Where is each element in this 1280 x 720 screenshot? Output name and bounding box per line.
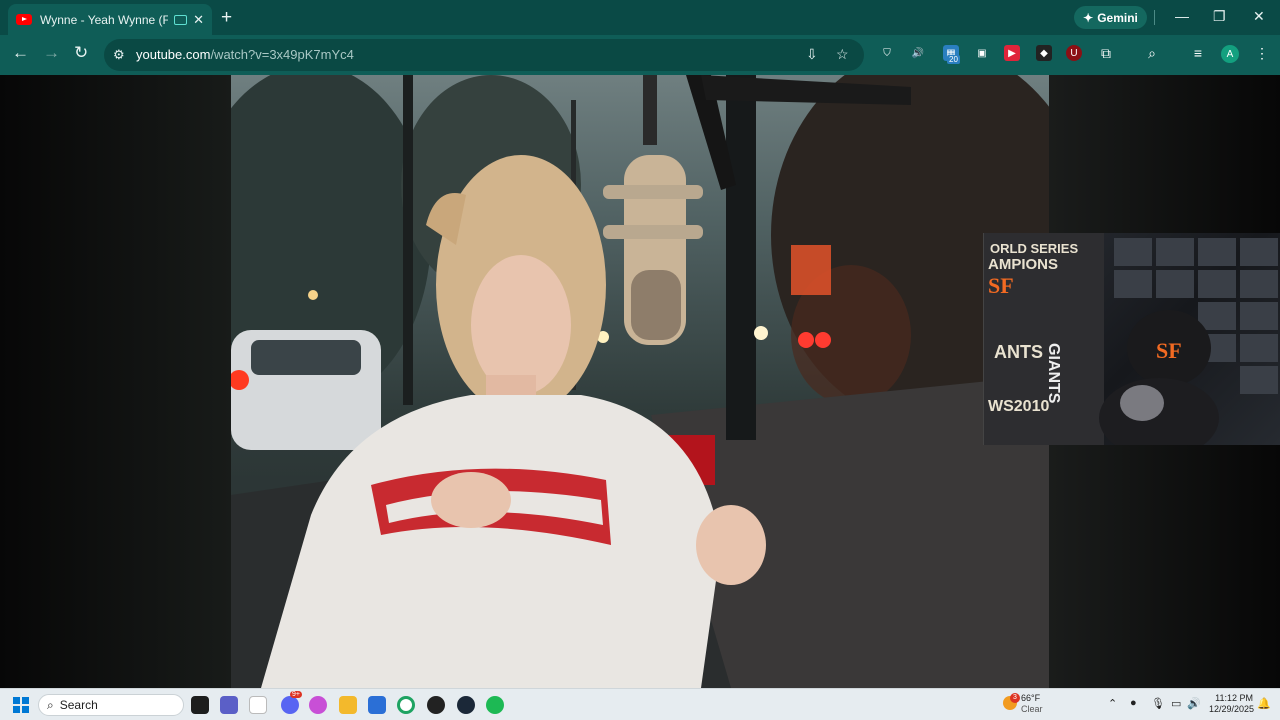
shield-extension-icon[interactable]: ⛉ <box>879 45 895 61</box>
taskbar-search-label: Search <box>59 698 98 712</box>
ambient-glow-left <box>0 75 231 688</box>
search-icon: ⌕ <box>47 697 54 712</box>
speaker-icon[interactable]: 🔊 <box>1187 697 1201 710</box>
svg-text:GIANTS: GIANTS <box>1045 343 1062 404</box>
gemini-label: Gemini <box>1097 10 1138 25</box>
webcam-overlay: ORLD SERIES AMPIONS SF GIANTS ANTS WS201… <box>983 233 1280 458</box>
windows-taskbar: ⌕ Search 9+ 3 66°F Clear ⌃ ● 🎙 ▭ 🔊 11:12… <box>0 688 1280 720</box>
weather-temp: 66°F <box>1021 693 1041 703</box>
search-tab-icon[interactable]: ⌕ <box>1144 45 1160 61</box>
taskbar-search[interactable]: ⌕ Search <box>38 694 184 716</box>
gemini-button[interactable]: ✦ Gemini <box>1074 6 1147 29</box>
install-app-icon[interactable]: ⇩ <box>806 46 818 63</box>
colors-app-icon[interactable] <box>309 696 327 714</box>
tray-overflow-chevron-icon[interactable]: ⌃ <box>1108 697 1117 710</box>
clock-date: 12/29/2025 <box>1209 704 1255 714</box>
tab-title: Wynne - Yeah Wynne (From <box>40 12 169 27</box>
puzzle-extension-icon[interactable]: ⧉ <box>1098 45 1114 61</box>
chrome-icon[interactable] <box>397 696 415 714</box>
spotify-icon[interactable] <box>486 696 504 714</box>
pip-extension-icon[interactable]: ▣ <box>974 45 990 61</box>
site-info-icon[interactable]: ⚙ <box>113 47 125 63</box>
svg-text:ORLD SERIES: ORLD SERIES <box>990 241 1078 256</box>
new-tab-button[interactable]: + <box>221 7 232 29</box>
meta-icon[interactable] <box>249 696 267 714</box>
minimize-button[interactable]: — <box>1175 8 1189 24</box>
youtube-icon <box>16 14 32 25</box>
weather-condition: Clear <box>1021 704 1043 714</box>
close-window-button[interactable]: ✕ <box>1253 8 1265 25</box>
tray-app-icon[interactable]: ● <box>1130 697 1137 709</box>
browser-toolbar: ← → ↻ ⚙ youtube.com/watch?v=3x49pK7mYc4 … <box>0 35 1280 75</box>
svg-text:AMPIONS: AMPIONS <box>988 256 1058 273</box>
media-controls-icon[interactable]: ≡ <box>1190 45 1206 61</box>
volume-extension-icon[interactable]: 🔊 <box>910 45 926 61</box>
weather-badge: 3 <box>1010 693 1020 703</box>
clock-time: 11:12 PM <box>1215 693 1253 703</box>
task-view-icon[interactable] <box>191 696 209 714</box>
network-icon[interactable]: ▭ <box>1171 697 1181 710</box>
video-player[interactable] <box>231 75 1049 688</box>
notification-bell-icon[interactable]: 🔔 <box>1257 697 1271 710</box>
counter-extension-badge: 20 <box>947 55 960 64</box>
profile-avatar[interactable]: A <box>1221 45 1239 63</box>
system-clock[interactable]: 11:12 PM 12/29/2025 <box>1209 693 1255 715</box>
dark-extension-icon[interactable]: ◆ <box>1036 45 1052 61</box>
svg-text:SF: SF <box>988 273 1014 298</box>
ublock-extension-icon[interactable]: U <box>1066 45 1082 61</box>
steam-icon[interactable] <box>457 696 475 714</box>
file-explorer-icon[interactable] <box>339 696 357 714</box>
menu-kebab-icon[interactable]: ⋮ <box>1254 45 1270 61</box>
browser-tab[interactable]: Wynne - Yeah Wynne (From ✕ <box>8 4 212 35</box>
bookmark-star-icon[interactable]: ☆ <box>836 46 849 63</box>
svg-text:ANTS: ANTS <box>994 342 1043 362</box>
video-frame <box>231 75 1049 688</box>
url-text[interactable]: youtube.com/watch?v=3x49pK7mYc4 <box>136 47 354 62</box>
title-bar-divider <box>1154 10 1155 25</box>
url-host: youtube.com <box>136 47 211 62</box>
back-button[interactable]: ← <box>12 43 29 63</box>
gemini-sparkle-icon: ✦ <box>1083 10 1094 25</box>
svg-text:SF: SF <box>1156 338 1182 363</box>
svg-text:WS2010: WS2010 <box>988 398 1049 415</box>
tab-close-button[interactable]: ✕ <box>193 12 204 28</box>
record-app-icon[interactable] <box>427 696 445 714</box>
weather-widget[interactable]: 66°F Clear <box>1021 693 1043 715</box>
store-icon[interactable] <box>368 696 386 714</box>
windows-start-icon[interactable] <box>13 697 29 713</box>
address-bar[interactable]: ⚙ youtube.com/watch?v=3x49pK7mYc4 ⇩ ☆ <box>104 39 864 71</box>
forward-button[interactable]: → <box>43 43 60 63</box>
webcam-frame: ORLD SERIES AMPIONS SF GIANTS ANTS WS201… <box>984 233 1278 458</box>
discord-icon[interactable] <box>281 696 299 714</box>
microphone-icon[interactable]: 🎙 <box>1151 697 1165 710</box>
discord-badge: 9+ <box>290 691 302 698</box>
page-content: ORLD SERIES AMPIONS SF GIANTS ANTS WS201… <box>0 75 1280 688</box>
browser-title-bar: Wynne - Yeah Wynne (From ✕ + ✦ Gemini — … <box>0 0 1280 35</box>
reload-button[interactable]: ↻ <box>74 43 88 63</box>
url-path: /watch?v=3x49pK7mYc4 <box>210 47 354 62</box>
red-extension-icon[interactable]: ▶ <box>1004 45 1020 61</box>
copilot-icon[interactable] <box>220 696 238 714</box>
restore-button[interactable]: ❐ <box>1213 8 1226 25</box>
picture-in-picture-icon[interactable] <box>174 14 188 25</box>
